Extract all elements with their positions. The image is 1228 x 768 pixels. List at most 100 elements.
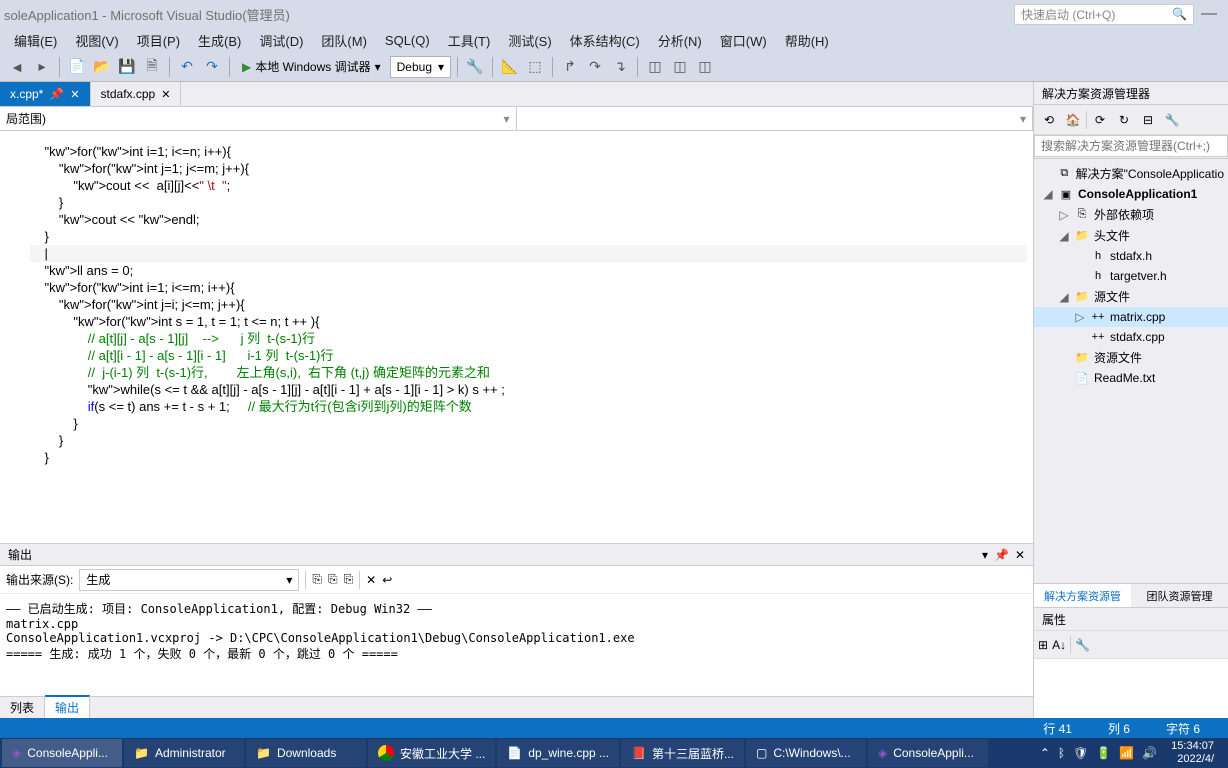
prop-wrench-icon[interactable]: 🔧 bbox=[1075, 638, 1090, 652]
solution-search-input[interactable] bbox=[1034, 135, 1228, 157]
menu-item[interactable]: 窗口(W) bbox=[712, 29, 775, 52]
prop-az-button[interactable]: A↓ bbox=[1052, 638, 1066, 652]
tree-node[interactable]: ⧉解决方案"ConsoleApplicatio bbox=[1034, 163, 1228, 184]
menu-item[interactable]: 测试(S) bbox=[500, 29, 559, 52]
tree-node[interactable]: 📁资源文件 bbox=[1034, 347, 1228, 368]
save-button[interactable]: 💾 bbox=[116, 56, 138, 78]
output-wrap-button[interactable]: ↩ bbox=[382, 573, 392, 587]
home-button[interactable]: ⟲ bbox=[1038, 109, 1060, 131]
code-editor[interactable]: "kw">for("kw">int i=1; i<=n; i++){ "kw">… bbox=[0, 131, 1033, 543]
document-tab[interactable]: stdafx.cpp✕ bbox=[91, 82, 182, 106]
tree-node[interactable]: 📄ReadMe.txt bbox=[1034, 368, 1228, 388]
expand-icon[interactable]: ◢ bbox=[1058, 290, 1070, 304]
document-tab[interactable]: x.cpp*📌✕ bbox=[0, 82, 91, 106]
prop-cat-button[interactable]: ⊞ bbox=[1038, 638, 1048, 652]
right-panel-tabs: 解决方案资源管理...团队资源管理 bbox=[1034, 583, 1228, 607]
clock[interactable]: 15:34:072022/4/ bbox=[1165, 740, 1220, 766]
menu-item[interactable]: 工具(T) bbox=[440, 29, 499, 52]
battery-icon[interactable]: 🔋 bbox=[1096, 746, 1111, 760]
pin-icon[interactable]: 📌 bbox=[994, 548, 1009, 562]
step-over-button[interactable]: ↷ bbox=[584, 56, 606, 78]
sync-icon[interactable]: ⟳ bbox=[1089, 109, 1111, 131]
output-clear-button[interactable]: ✕ bbox=[366, 573, 376, 587]
output-text[interactable]: —— 已启动生成: 项目: ConsoleApplication1, 配置: D… bbox=[0, 594, 1033, 696]
taskbar-item[interactable]: 📕第十三届蓝桥... bbox=[621, 739, 744, 767]
quick-launch-input[interactable]: 快速启动 (Ctrl+Q) 🔍 bbox=[1014, 4, 1194, 25]
tool-btn-1[interactable]: 🔧 bbox=[464, 56, 486, 78]
tree-node[interactable]: ▷++matrix.cpp bbox=[1034, 307, 1228, 327]
menu-item[interactable]: 项目(P) bbox=[129, 29, 188, 52]
shield-icon[interactable]: 🛡 bbox=[1073, 746, 1088, 760]
menu-item[interactable]: 体系结构(C) bbox=[562, 29, 648, 52]
home-icon[interactable]: 🏠 bbox=[1062, 109, 1084, 131]
bluetooth-icon[interactable]: ᛒ bbox=[1058, 746, 1065, 760]
expand-icon[interactable]: ▷ bbox=[1058, 208, 1070, 222]
expand-icon[interactable]: ▷ bbox=[1074, 310, 1086, 324]
panel-tab[interactable]: 解决方案资源管理... bbox=[1034, 584, 1131, 607]
output-tab[interactable]: 列表 bbox=[0, 697, 45, 718]
member-combo[interactable]: ▾ bbox=[517, 107, 1034, 130]
back-button[interactable]: ◄ bbox=[6, 56, 28, 78]
output-tool-2[interactable]: ⎘ bbox=[328, 572, 338, 587]
menu-item[interactable]: 分析(N) bbox=[650, 29, 710, 52]
tool-btn-6[interactable]: ◫ bbox=[694, 56, 716, 78]
close-icon[interactable]: ✕ bbox=[70, 88, 79, 101]
step-into-button[interactable]: ↴ bbox=[609, 56, 631, 78]
collapse-icon[interactable]: ⊟ bbox=[1137, 109, 1159, 131]
saveall-button[interactable]: 🗎 bbox=[141, 56, 163, 78]
output-tool-3[interactable]: ⎘ bbox=[344, 572, 354, 587]
forward-button[interactable]: ▸ bbox=[31, 56, 53, 78]
redo-button[interactable]: ↷ bbox=[201, 56, 223, 78]
menu-item[interactable]: SQL(Q) bbox=[377, 31, 438, 50]
panel-tab[interactable]: 团队资源管理 bbox=[1131, 584, 1228, 607]
close-icon[interactable]: ✕ bbox=[161, 88, 170, 101]
menu-item[interactable]: 编辑(E) bbox=[6, 29, 65, 52]
tool-btn-4[interactable]: ◫ bbox=[644, 56, 666, 78]
output-tool-1[interactable]: ⎘ bbox=[312, 572, 322, 587]
output-source-combo[interactable]: 生成 ▾ bbox=[79, 569, 299, 591]
output-tab[interactable]: 输出 bbox=[45, 695, 90, 718]
tree-node[interactable]: ◢▣ConsoleApplication1 bbox=[1034, 184, 1228, 204]
menu-item[interactable]: 团队(M) bbox=[313, 29, 375, 52]
close-icon[interactable]: ✕ bbox=[1015, 548, 1025, 562]
expand-icon[interactable]: ◢ bbox=[1042, 187, 1054, 201]
volume-icon[interactable]: 🔊 bbox=[1142, 746, 1157, 760]
tool-btn-3[interactable]: ⬚ bbox=[524, 56, 546, 78]
tree-node[interactable]: ++stdafx.cpp bbox=[1034, 327, 1228, 347]
tree-node[interactable]: ◢📁头文件 bbox=[1034, 225, 1228, 246]
taskbar-item[interactable]: 📄dp_wine.cpp ... bbox=[497, 739, 619, 767]
tree-node[interactable]: ◢📁源文件 bbox=[1034, 286, 1228, 307]
taskbar-item[interactable]: ▢C:\Windows\... bbox=[746, 739, 866, 767]
tree-node[interactable]: hstdafx.h bbox=[1034, 246, 1228, 266]
undo-button[interactable]: ↶ bbox=[176, 56, 198, 78]
taskbar-item[interactable]: ◈ConsoleAppli... bbox=[2, 739, 122, 767]
tool-btn-2[interactable]: 📐 bbox=[499, 56, 521, 78]
open-button[interactable]: 📂 bbox=[91, 56, 113, 78]
menu-item[interactable]: 帮助(H) bbox=[777, 29, 837, 52]
props-icon[interactable]: 🔧 bbox=[1161, 109, 1183, 131]
taskbar-item[interactable]: ◈ConsoleAppli... bbox=[868, 739, 988, 767]
dropdown-icon[interactable]: ▾ bbox=[982, 548, 988, 562]
minimize-button[interactable]: — bbox=[1194, 5, 1224, 23]
tool-btn-5[interactable]: ◫ bbox=[669, 56, 691, 78]
tray-up-icon[interactable]: ⌃ bbox=[1040, 746, 1050, 760]
tree-node[interactable]: ▷⎘外部依赖项 bbox=[1034, 204, 1228, 225]
config-combo[interactable]: Debug ▾ bbox=[390, 56, 451, 78]
pin-icon[interactable]: 📌 bbox=[49, 87, 64, 101]
menu-item[interactable]: 视图(V) bbox=[67, 29, 126, 52]
taskbar-item[interactable]: 📁Administrator bbox=[124, 739, 244, 767]
refresh-icon[interactable]: ↻ bbox=[1113, 109, 1135, 131]
start-debug-button[interactable]: ▶ 本地 Windows 调试器 ▾ bbox=[236, 58, 387, 75]
solution-search[interactable] bbox=[1034, 135, 1228, 159]
menu-item[interactable]: 生成(B) bbox=[190, 29, 249, 52]
wifi-icon[interactable]: 📶 bbox=[1119, 746, 1134, 760]
menu-item[interactable]: 调试(D) bbox=[251, 29, 311, 52]
tree-node[interactable]: htargetver.h bbox=[1034, 266, 1228, 286]
scope-combo[interactable]: 局范围) ▾ bbox=[0, 107, 517, 130]
taskbar-item[interactable]: 安徽工业大学 ... bbox=[368, 739, 495, 767]
new-button[interactable]: 📄 bbox=[66, 56, 88, 78]
solution-tree[interactable]: ⧉解决方案"ConsoleApplicatio◢▣ConsoleApplicat… bbox=[1034, 159, 1228, 583]
expand-icon[interactable]: ◢ bbox=[1058, 229, 1070, 243]
step-out-button[interactable]: ↱ bbox=[559, 56, 581, 78]
taskbar-item[interactable]: 📁Downloads bbox=[246, 739, 366, 767]
